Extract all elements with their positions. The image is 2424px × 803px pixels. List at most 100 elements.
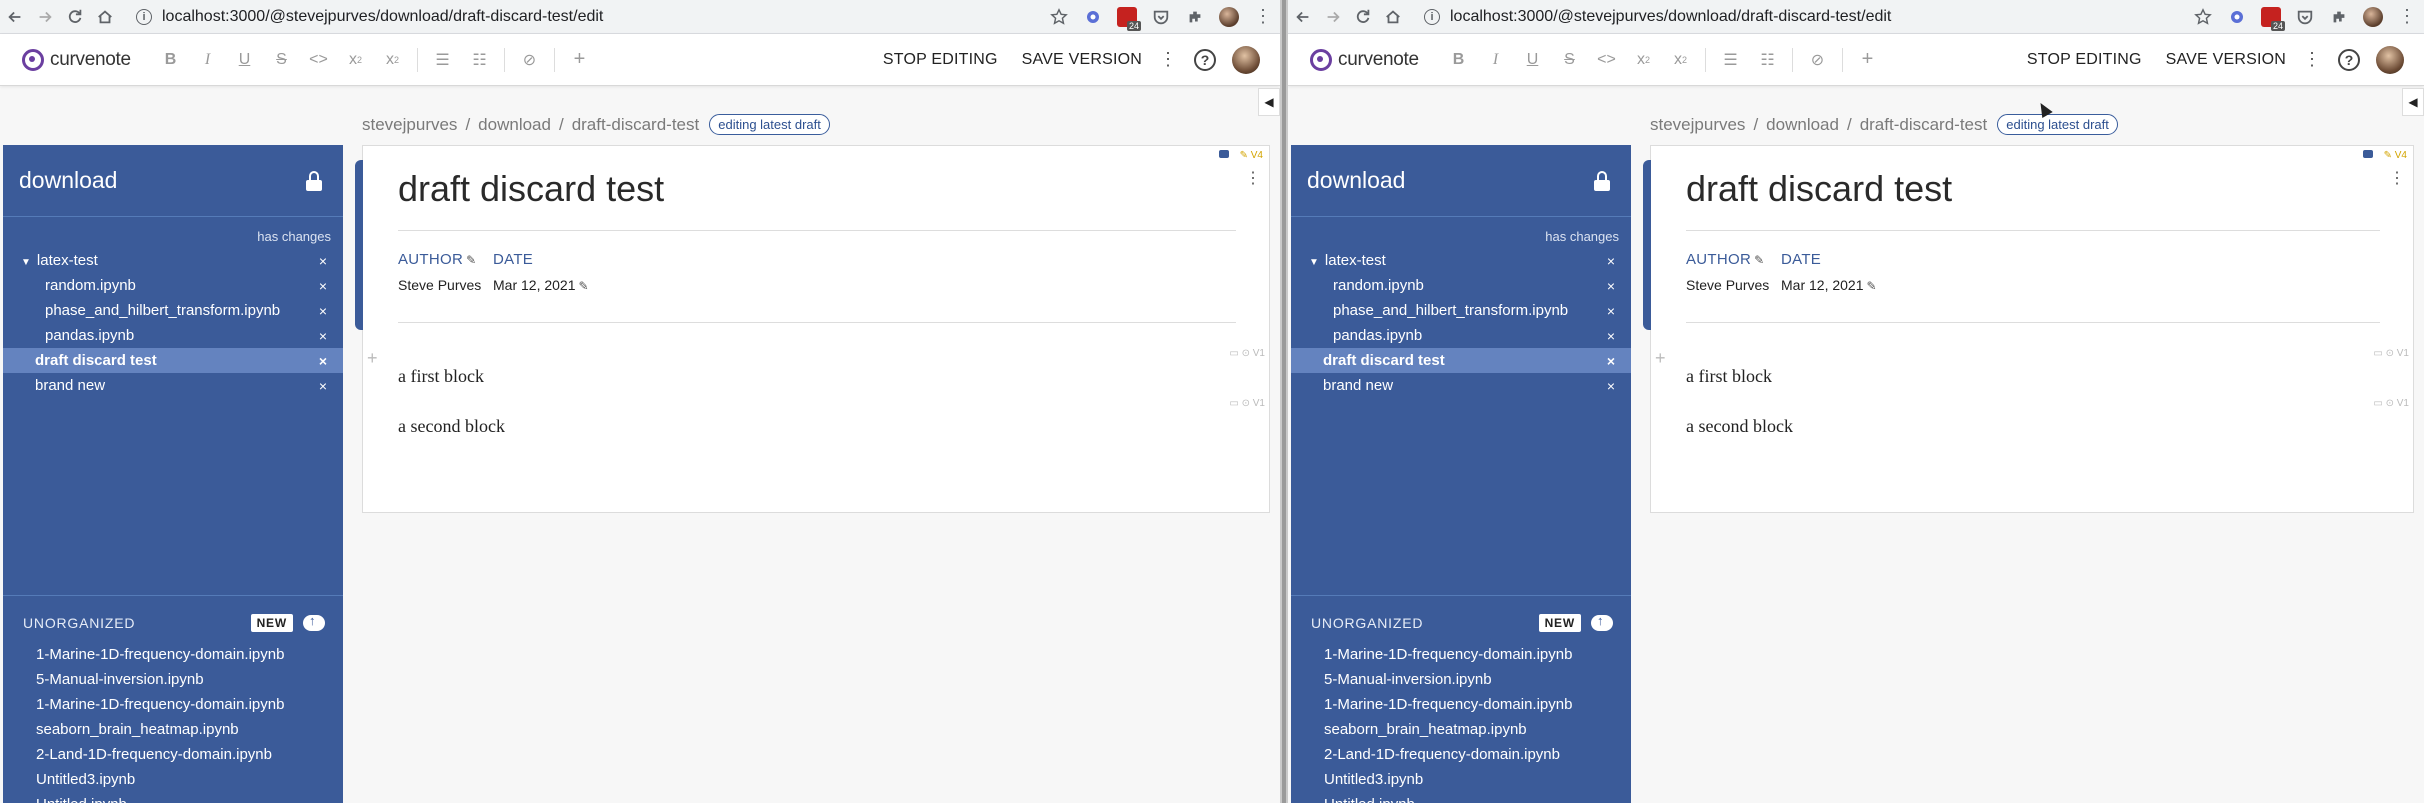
breadcrumb-user[interactable]: stevejpurves <box>362 115 457 135</box>
remove-item-icon[interactable]: × <box>319 253 327 269</box>
collapse-panel-icon[interactable]: ◀ <box>2402 88 2424 116</box>
comment-icon[interactable] <box>1219 150 1229 158</box>
puzzle-extensions-icon[interactable] <box>1184 6 1206 28</box>
remove-item-icon[interactable]: × <box>319 378 327 394</box>
sidebar-tree-item[interactable]: ▼ latex-test × <box>1291 248 1631 273</box>
collapse-panel-icon[interactable]: ◀ <box>1258 88 1280 116</box>
bold-icon[interactable]: B <box>1440 40 1477 80</box>
unorganized-item[interactable]: 1-Marine-1D-frequency-domain.ipynb <box>1291 692 1631 717</box>
stop-editing-button[interactable]: STOP EDITING <box>2027 51 2142 69</box>
address-bar[interactable]: i localhost:3000/@stevejpurves/download/… <box>126 2 1042 31</box>
edit-author-icon[interactable]: ✎ <box>1754 253 1764 267</box>
curvenote-logo[interactable]: curvenote <box>22 48 152 71</box>
remove-item-icon[interactable]: × <box>1607 278 1615 294</box>
add-icon[interactable]: + <box>1849 40 1886 80</box>
more-options-icon[interactable]: ⋮ <box>1158 49 1178 70</box>
unorganized-item[interactable]: Untitled3.ipynb <box>3 767 343 792</box>
expand-caret-icon[interactable]: ▼ <box>1309 257 1319 268</box>
stop-editing-button[interactable]: STOP EDITING <box>883 51 998 69</box>
user-avatar[interactable] <box>2376 45 2404 74</box>
author-value[interactable]: Steve Purves <box>398 277 481 293</box>
sidebar-title[interactable]: download <box>1307 167 1405 194</box>
add-icon[interactable]: + <box>561 40 598 80</box>
strikethrough-icon[interactable]: S <box>1551 40 1588 80</box>
save-version-button[interactable]: SAVE VERSION <box>1022 51 1142 69</box>
italic-icon[interactable]: I <box>189 40 226 80</box>
extension-gear-icon[interactable] <box>1082 6 1104 28</box>
address-bar[interactable]: i localhost:3000/@stevejpurves/download/… <box>1414 2 2186 31</box>
home-icon[interactable] <box>1378 2 1408 32</box>
breadcrumb-article[interactable]: draft-discard-test <box>1860 115 1988 135</box>
back-icon[interactable] <box>1288 2 1318 32</box>
unorganized-item[interactable]: seaborn_brain_heatmap.ipynb <box>3 717 343 742</box>
pocket-icon[interactable] <box>1150 6 1172 28</box>
unorganized-item[interactable]: 5-Manual-inversion.ipynb <box>1291 667 1631 692</box>
superscript-icon[interactable]: x2 <box>374 40 411 80</box>
content-block[interactable]: a second block <box>398 416 505 437</box>
code-icon[interactable]: <> <box>300 40 337 80</box>
unorganized-item[interactable]: 1-Marine-1D-frequency-domain.ipynb <box>3 692 343 717</box>
unorganized-item[interactable]: 2-Land-1D-frequency-domain.ipynb <box>3 742 343 767</box>
site-info-icon[interactable]: i <box>1424 8 1440 25</box>
back-icon[interactable] <box>0 2 30 32</box>
numbered-list-icon[interactable]: ☷ <box>1749 40 1786 80</box>
extension-gear-icon[interactable] <box>2226 6 2248 28</box>
date-value[interactable]: Mar 12, 2021 ✎ <box>1781 277 1877 293</box>
document-title[interactable]: draft discard test <box>1686 168 1952 210</box>
lock-icon[interactable] <box>305 170 323 191</box>
user-avatar[interactable] <box>1232 45 1260 74</box>
extension-badge-icon[interactable]: 24 <box>1116 6 1141 31</box>
superscript-icon[interactable]: x2 <box>1662 40 1699 80</box>
edit-author-icon[interactable]: ✎ <box>466 253 476 267</box>
link-icon[interactable]: ⊘ <box>1799 40 1836 80</box>
remove-item-icon[interactable]: × <box>1607 378 1615 394</box>
save-version-button[interactable]: SAVE VERSION <box>2166 51 2286 69</box>
sidebar-tree-item[interactable]: phase_and_hilbert_transform.ipynb × <box>1291 298 1631 323</box>
bold-icon[interactable]: B <box>152 40 189 80</box>
bullet-list-icon[interactable]: ☰ <box>424 40 461 80</box>
profile-avatar-icon[interactable] <box>2362 6 2384 28</box>
italic-icon[interactable]: I <box>1477 40 1514 80</box>
link-icon[interactable]: ⊘ <box>511 40 548 80</box>
sidebar-tree-item[interactable]: draft discard test × <box>1291 348 1631 373</box>
remove-item-icon[interactable]: × <box>319 328 327 344</box>
card-options-icon[interactable]: ⋮ <box>1245 168 1261 188</box>
edit-date-icon[interactable]: ✎ <box>579 279 589 293</box>
lock-icon[interactable] <box>1593 170 1611 191</box>
sidebar-tree-item[interactable]: pandas.ipynb × <box>3 323 343 348</box>
sidebar-tree-item[interactable]: random.ipynb × <box>3 273 343 298</box>
content-block[interactable]: a second block <box>1686 416 1793 437</box>
extension-badge-icon[interactable]: 24 <box>2260 6 2285 31</box>
code-icon[interactable]: <> <box>1588 40 1625 80</box>
unorganized-item[interactable]: Untitled.ipynb <box>3 792 343 803</box>
more-options-icon[interactable]: ⋮ <box>2302 49 2322 70</box>
sidebar-tree-item[interactable]: draft discard test × <box>3 348 343 373</box>
subscript-icon[interactable]: x2 <box>337 40 374 80</box>
unorganized-item[interactable]: 2-Land-1D-frequency-domain.ipynb <box>1291 742 1631 767</box>
new-button[interactable]: NEW <box>1538 614 1581 632</box>
breadcrumb-user[interactable]: stevejpurves <box>1650 115 1745 135</box>
unorganized-item[interactable]: seaborn_brain_heatmap.ipynb <box>1291 717 1631 742</box>
sidebar-title[interactable]: download <box>19 167 117 194</box>
author-value[interactable]: Steve Purves <box>1686 277 1769 293</box>
forward-icon[interactable] <box>30 2 60 32</box>
sidebar-tree-item[interactable]: pandas.ipynb × <box>1291 323 1631 348</box>
remove-item-icon[interactable]: × <box>319 353 327 369</box>
window-divider[interactable] <box>1280 0 1288 803</box>
breadcrumb-project[interactable]: download <box>1766 115 1839 135</box>
remove-item-icon[interactable]: × <box>1607 253 1615 269</box>
strikethrough-icon[interactable]: S <box>263 40 300 80</box>
document-title[interactable]: draft discard test <box>398 168 664 210</box>
home-icon[interactable] <box>90 2 120 32</box>
browser-menu-icon[interactable]: ⋮ <box>1252 6 1274 28</box>
cloud-upload-icon[interactable] <box>1591 613 1613 631</box>
card-options-icon[interactable]: ⋮ <box>2389 168 2405 188</box>
sidebar-tree-item[interactable]: brand new × <box>1291 373 1631 398</box>
bullet-list-icon[interactable]: ☰ <box>1712 40 1749 80</box>
bookmark-star-icon[interactable] <box>1048 6 1070 28</box>
remove-item-icon[interactable]: × <box>319 278 327 294</box>
sidebar-tree-item[interactable]: ▼ latex-test × <box>3 248 343 273</box>
sidebar-tree-item[interactable]: random.ipynb × <box>1291 273 1631 298</box>
browser-menu-icon[interactable]: ⋮ <box>2396 6 2418 28</box>
unorganized-item[interactable]: 1-Marine-1D-frequency-domain.ipynb <box>3 642 343 667</box>
